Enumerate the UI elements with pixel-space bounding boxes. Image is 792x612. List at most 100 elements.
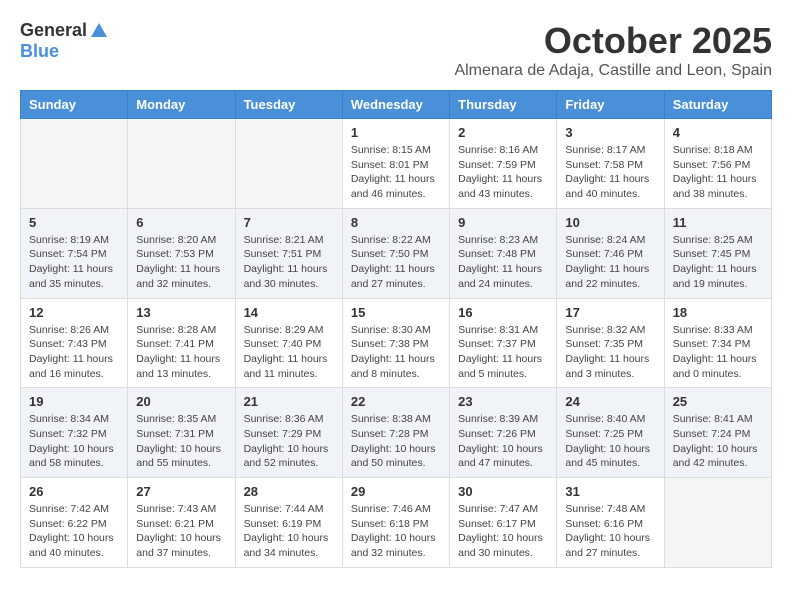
calendar-cell [21, 119, 128, 209]
logo-blue-text: Blue [20, 41, 59, 62]
day-number: 14 [244, 305, 334, 320]
calendar-week-row: 12 Sunrise: 8:26 AM Sunset: 7:43 PM Dayli… [21, 298, 772, 388]
day-info: Sunrise: 8:36 AM Sunset: 7:29 PM Dayligh… [244, 412, 334, 471]
calendar-week-row: 1Sunrise: 8:15 AM Sunset: 8:01 PM Daylig… [21, 119, 772, 209]
calendar-cell: 7 Sunrise: 8:21 AM Sunset: 7:51 PM Daylig… [235, 208, 342, 298]
weekday-header-monday: Monday [128, 91, 235, 119]
calendar-cell: 26 Sunrise: 7:42 AM Sunset: 6:22 PM Dayli… [21, 478, 128, 568]
calendar-cell: 20Sunrise: 8:35 AM Sunset: 7:31 PM Dayli… [128, 388, 235, 478]
day-number: 24 [565, 394, 655, 409]
day-info: Sunrise: 8:22 AM Sunset: 7:50 PM Dayligh… [351, 233, 441, 292]
month-title: October 2025 [454, 20, 772, 62]
calendar-cell: 15 Sunrise: 8:30 AM Sunset: 7:38 PM Dayli… [342, 298, 449, 388]
day-number: 16 [458, 305, 548, 320]
calendar-cell: 11Sunrise: 8:25 AM Sunset: 7:45 PM Dayli… [664, 208, 771, 298]
calendar-cell: 18Sunrise: 8:33 AM Sunset: 7:34 PM Dayli… [664, 298, 771, 388]
calendar-week-row: 5 Sunrise: 8:19 AM Sunset: 7:54 PM Daylig… [21, 208, 772, 298]
day-info: Sunrise: 7:42 AM Sunset: 6:22 PM Dayligh… [29, 502, 119, 561]
day-number: 29 [351, 484, 441, 499]
day-info: Sunrise: 8:19 AM Sunset: 7:54 PM Dayligh… [29, 233, 119, 292]
day-info: Sunrise: 8:40 AM Sunset: 7:25 PM Dayligh… [565, 412, 655, 471]
calendar-cell: 6Sunrise: 8:20 AM Sunset: 7:53 PM Daylig… [128, 208, 235, 298]
day-number: 3 [565, 125, 655, 140]
weekday-header-tuesday: Tuesday [235, 91, 342, 119]
logo: General Blue [20, 20, 109, 62]
day-number: 27 [136, 484, 226, 499]
day-info: Sunrise: 8:25 AM Sunset: 7:45 PM Dayligh… [673, 233, 763, 292]
calendar-cell: 17Sunrise: 8:32 AM Sunset: 7:35 PM Dayli… [557, 298, 664, 388]
calendar-cell: 12 Sunrise: 8:26 AM Sunset: 7:43 PM Dayli… [21, 298, 128, 388]
calendar-cell: 2 Sunrise: 8:16 AM Sunset: 7:59 PM Daylig… [450, 119, 557, 209]
day-number: 26 [29, 484, 119, 499]
day-number: 5 [29, 215, 119, 230]
day-number: 25 [673, 394, 763, 409]
weekday-header-thursday: Thursday [450, 91, 557, 119]
calendar-cell: 21Sunrise: 8:36 AM Sunset: 7:29 PM Dayli… [235, 388, 342, 478]
day-number: 12 [29, 305, 119, 320]
calendar-cell: 4Sunrise: 8:18 AM Sunset: 7:56 PM Daylig… [664, 119, 771, 209]
day-number: 23 [458, 394, 548, 409]
calendar-cell: 3 Sunrise: 8:17 AM Sunset: 7:58 PM Daylig… [557, 119, 664, 209]
day-info: Sunrise: 8:41 AM Sunset: 7:24 PM Dayligh… [673, 412, 763, 471]
day-info: Sunrise: 8:18 AM Sunset: 7:56 PM Dayligh… [673, 143, 763, 202]
calendar-week-row: 19 Sunrise: 8:34 AM Sunset: 7:32 PM Dayli… [21, 388, 772, 478]
day-number: 19 [29, 394, 119, 409]
day-number: 28 [244, 484, 334, 499]
day-info: Sunrise: 7:47 AM Sunset: 6:17 PM Dayligh… [458, 502, 548, 561]
calendar-week-row: 26 Sunrise: 7:42 AM Sunset: 6:22 PM Dayli… [21, 478, 772, 568]
weekday-header-saturday: Saturday [664, 91, 771, 119]
day-info: Sunrise: 7:43 AM Sunset: 6:21 PM Dayligh… [136, 502, 226, 561]
day-info: Sunrise: 8:30 AM Sunset: 7:38 PM Dayligh… [351, 323, 441, 382]
day-info: Sunrise: 8:29 AM Sunset: 7:40 PM Dayligh… [244, 323, 334, 382]
day-info: Sunrise: 8:32 AM Sunset: 7:35 PM Dayligh… [565, 323, 655, 382]
day-info: Sunrise: 8:39 AM Sunset: 7:26 PM Dayligh… [458, 412, 548, 471]
calendar-cell: 23 Sunrise: 8:39 AM Sunset: 7:26 PM Dayli… [450, 388, 557, 478]
calendar-cell: 10 Sunrise: 8:24 AM Sunset: 7:46 PM Dayli… [557, 208, 664, 298]
calendar-cell [128, 119, 235, 209]
day-info: Sunrise: 7:46 AM Sunset: 6:18 PM Dayligh… [351, 502, 441, 561]
day-info: Sunrise: 8:24 AM Sunset: 7:46 PM Dayligh… [565, 233, 655, 292]
day-number: 10 [565, 215, 655, 230]
calendar-cell: 30 Sunrise: 7:47 AM Sunset: 6:17 PM Dayli… [450, 478, 557, 568]
day-info: Sunrise: 8:15 AM Sunset: 8:01 PM Dayligh… [351, 143, 441, 202]
day-number: 13 [136, 305, 226, 320]
day-number: 9 [458, 215, 548, 230]
day-number: 8 [351, 215, 441, 230]
day-number: 20 [136, 394, 226, 409]
calendar-cell: 25 Sunrise: 8:41 AM Sunset: 7:24 PM Dayli… [664, 388, 771, 478]
day-info: Sunrise: 8:17 AM Sunset: 7:58 PM Dayligh… [565, 143, 655, 202]
day-info: Sunrise: 8:23 AM Sunset: 7:48 PM Dayligh… [458, 233, 548, 292]
day-number: 30 [458, 484, 548, 499]
day-info: Sunrise: 7:44 AM Sunset: 6:19 PM Dayligh… [244, 502, 334, 561]
calendar-cell: 19 Sunrise: 8:34 AM Sunset: 7:32 PM Dayli… [21, 388, 128, 478]
day-number: 2 [458, 125, 548, 140]
logo-icon [89, 21, 109, 41]
calendar-cell: 1Sunrise: 8:15 AM Sunset: 8:01 PM Daylig… [342, 119, 449, 209]
day-info: Sunrise: 8:16 AM Sunset: 7:59 PM Dayligh… [458, 143, 548, 202]
weekday-header-friday: Friday [557, 91, 664, 119]
day-info: Sunrise: 8:34 AM Sunset: 7:32 PM Dayligh… [29, 412, 119, 471]
day-info: Sunrise: 8:20 AM Sunset: 7:53 PM Dayligh… [136, 233, 226, 292]
title-area: October 2025 Almenara de Adaja, Castille… [454, 20, 772, 80]
day-number: 15 [351, 305, 441, 320]
day-info: Sunrise: 7:48 AM Sunset: 6:16 PM Dayligh… [565, 502, 655, 561]
calendar-table: SundayMondayTuesdayWednesdayThursdayFrid… [20, 90, 772, 568]
day-info: Sunrise: 8:26 AM Sunset: 7:43 PM Dayligh… [29, 323, 119, 382]
calendar-cell: 28 Sunrise: 7:44 AM Sunset: 6:19 PM Dayli… [235, 478, 342, 568]
day-info: Sunrise: 8:21 AM Sunset: 7:51 PM Dayligh… [244, 233, 334, 292]
day-number: 22 [351, 394, 441, 409]
calendar-cell: 5 Sunrise: 8:19 AM Sunset: 7:54 PM Daylig… [21, 208, 128, 298]
calendar-cell [664, 478, 771, 568]
day-number: 7 [244, 215, 334, 230]
day-number: 31 [565, 484, 655, 499]
weekday-header-row: SundayMondayTuesdayWednesdayThursdayFrid… [21, 91, 772, 119]
calendar-cell: 8 Sunrise: 8:22 AM Sunset: 7:50 PM Daylig… [342, 208, 449, 298]
location-subtitle: Almenara de Adaja, Castille and Leon, Sp… [454, 62, 772, 80]
day-number: 18 [673, 305, 763, 320]
page-header: General Blue October 2025 Almenara de Ad… [20, 20, 772, 80]
day-info: Sunrise: 8:38 AM Sunset: 7:28 PM Dayligh… [351, 412, 441, 471]
calendar-cell: 27 Sunrise: 7:43 AM Sunset: 6:21 PM Dayli… [128, 478, 235, 568]
calendar-cell [235, 119, 342, 209]
calendar-cell: 31 Sunrise: 7:48 AM Sunset: 6:16 PM Dayli… [557, 478, 664, 568]
calendar-cell: 22 Sunrise: 8:38 AM Sunset: 7:28 PM Dayli… [342, 388, 449, 478]
